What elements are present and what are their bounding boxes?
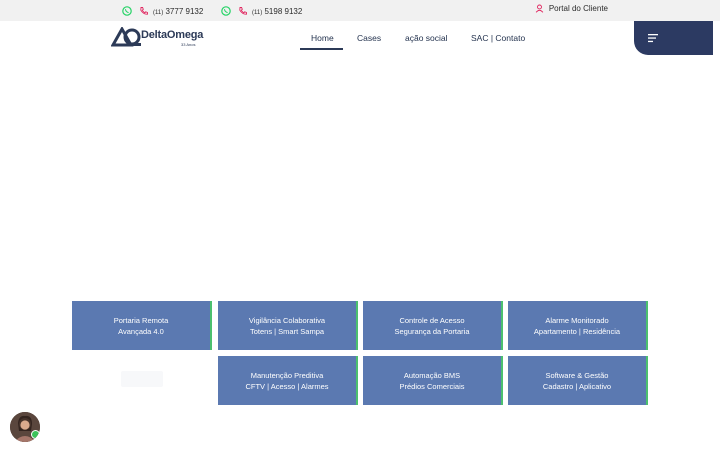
whatsapp-icon (122, 6, 132, 16)
service-subtitle: Avançada 4.0 (118, 326, 164, 336)
service-title: Alarme Monitorado (545, 315, 609, 325)
nav-active-indicator (300, 48, 343, 50)
placeholder-block (121, 371, 163, 387)
nav-social-action[interactable]: ação social (405, 33, 448, 43)
service-card-alarme-monitorado[interactable]: Alarme Monitorado Apartamento | Residênc… (508, 301, 648, 350)
phone-number-2: (11) 5198 9132 (252, 6, 303, 16)
service-subtitle: CFTV | Acesso | Alarmes (245, 381, 329, 391)
delta-omega-logo-mark (111, 27, 141, 47)
service-title: Automação BMS (403, 370, 461, 380)
menu-icon (648, 34, 658, 43)
service-card-controle-acesso[interactable]: Controle de Acesso Segurança da Portaria (363, 301, 503, 350)
phone-icon (140, 7, 148, 15)
phone-contact-2[interactable]: (11) 5198 9132 (221, 4, 302, 18)
service-title: Manutenção Preditiva (250, 370, 324, 380)
brand-name: DeltaOmega (141, 29, 204, 41)
service-card-manutencao-preditiva[interactable]: Manutenção Preditiva CFTV | Acesso | Ala… (218, 356, 358, 405)
phone-icon (239, 7, 247, 15)
nav-home[interactable]: Home (311, 33, 334, 43)
service-title: Portaria Remota (113, 315, 169, 325)
service-card-vigilancia-colaborativa[interactable]: Vigilância Colaborativa Totens | Smart S… (218, 301, 358, 350)
service-subtitle: Prédios Comerciais (399, 381, 465, 391)
brand-tagline: 33 Anos (181, 42, 196, 47)
service-title: Vigilância Colaborativa (248, 315, 326, 325)
phone-contact-1[interactable]: (11) 3777 9132 (122, 4, 203, 18)
service-subtitle: Apartamento | Residência (533, 326, 621, 336)
service-title: Software & Gestão (545, 370, 609, 380)
client-portal-link[interactable]: Portal do Cliente (535, 4, 608, 13)
service-subtitle: Segurança da Portaria (394, 326, 470, 336)
menu-button[interactable] (634, 21, 713, 55)
nav-sac-contact[interactable]: SAC | Contato (471, 33, 525, 43)
chat-avatar[interactable] (10, 412, 40, 442)
service-card-portaria-remota[interactable]: Portaria Remota Avançada 4.0 (72, 301, 212, 350)
nav-cases[interactable]: Cases (357, 33, 381, 43)
phone-number-1: (11) 3777 9132 (153, 6, 204, 16)
online-status-indicator (31, 430, 40, 439)
service-card-automacao-bms[interactable]: Automação BMS Prédios Comerciais (363, 356, 503, 405)
user-icon (535, 4, 544, 13)
service-title: Controle de Acesso (399, 315, 465, 325)
service-subtitle: Cadastro | Aplicativo (542, 381, 612, 391)
service-subtitle: Totens | Smart Sampa (249, 326, 325, 336)
service-card-software-gestao[interactable]: Software & Gestão Cadastro | Aplicativo (508, 356, 648, 405)
client-portal-label: Portal do Cliente (548, 4, 608, 13)
whatsapp-icon (221, 6, 231, 16)
top-bar: (11) 3777 9132 (11) 5198 9132 Portal do … (0, 0, 720, 21)
brand-logo[interactable]: DeltaOmega 33 Anos (111, 26, 206, 48)
